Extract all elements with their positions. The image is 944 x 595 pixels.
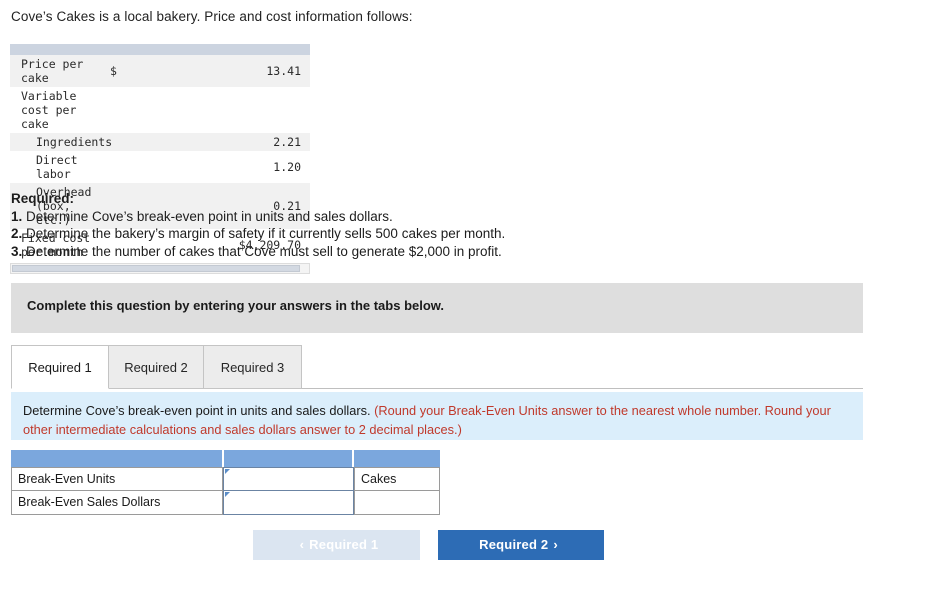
instruction-banner: Complete this question by entering your … (11, 283, 863, 333)
required-item-1-text: Determine Cove’s break-even point in uni… (26, 208, 393, 224)
row-label-break-even-sales-dollars: Break-Even Sales Dollars (11, 491, 223, 515)
required-item-3-number: 3. (11, 243, 23, 259)
previous-requirement-label: Required 1 (309, 537, 379, 552)
next-requirement-label: Required 2 (479, 537, 549, 552)
fact-row-label: Variable cost per cake (21, 89, 77, 131)
required-item-2-text: Determine the bakery’s margin of safety … (26, 226, 506, 241)
fact-row-currency (110, 87, 210, 133)
instruction-banner-text: Complete this question by entering your … (27, 298, 445, 313)
next-requirement-button[interactable]: Required 2 › (438, 530, 604, 560)
navigation-bar: ‹ Required 1 Required 2 › (0, 530, 944, 560)
table-row: Break-Even Sales Dollars (11, 491, 440, 515)
chevron-right-icon: › (553, 537, 558, 552)
required-item-1: 1. Determine Cove’s break-even point in … (11, 208, 505, 226)
chevron-left-icon: ‹ (299, 537, 305, 552)
table-row: Variable cost per cake (10, 87, 310, 133)
tab-required-1[interactable]: Required 1 (11, 345, 109, 389)
fact-row-label: Ingredients (10, 133, 112, 151)
table-top-strip-cell (10, 44, 310, 55)
tab-required-2[interactable]: Required 2 (108, 345, 204, 389)
input-break-even-sales-dollars[interactable] (223, 491, 354, 515)
fact-row-value: 1.20 (273, 160, 301, 174)
row-label-break-even-units: Break-Even Units (11, 467, 223, 491)
answer-header-cell-unit (354, 450, 440, 467)
answer-header-cell-label (11, 450, 222, 467)
row-unit-empty (354, 491, 440, 515)
required-block: Required: 1. Determine Cove’s break-even… (11, 190, 505, 260)
required-item-2-number: 2. (11, 226, 23, 241)
fact-row-currency (110, 133, 210, 151)
table-row: Ingredients 2.21 (10, 133, 310, 151)
table-row: Direct labor 1.20 (10, 151, 310, 183)
row-unit-cakes: Cakes (354, 467, 440, 491)
cell-flag-icon (225, 492, 230, 497)
question-instruction-main: Determine Cove’s break-even point in uni… (23, 403, 371, 418)
table-row: Break-Even Units Cakes (11, 467, 440, 491)
required-heading: Required: (11, 191, 75, 206)
answer-table-header-row (11, 450, 440, 467)
table-row: Price per cake $13.41 (10, 55, 310, 87)
input-break-even-units[interactable] (223, 467, 354, 491)
required-item-3: 3. Determine the number of cakes that Co… (11, 243, 505, 261)
table-top-strip (10, 44, 310, 55)
fact-row-label: Price per cake (10, 55, 110, 87)
question-instruction-text: Determine Cove’s break-even point in uni… (23, 401, 843, 439)
question-instruction-panel: Determine Cove’s break-even point in uni… (11, 392, 863, 440)
required-item-1-number: 1. (11, 208, 23, 224)
answer-table: Break-Even Units Cakes Break-Even Sales … (11, 450, 440, 515)
required-item-3-text: Determine the number of cakes that Cove … (26, 243, 502, 259)
required-item-2: 2. Determine the bakery’s margin of safe… (11, 225, 505, 243)
answer-header-cell-value (224, 450, 352, 467)
requirement-tabs: Required 1 Required 2 Required 3 (11, 345, 863, 389)
fact-row-label: Direct labor (36, 153, 78, 181)
fact-row-currency (110, 151, 210, 183)
fact-row-currency: $ (110, 55, 210, 87)
previous-requirement-button[interactable]: ‹ Required 1 (253, 530, 420, 560)
fact-row-value: 13.41 (210, 55, 310, 87)
fact-row-value (210, 87, 310, 133)
cell-flag-icon (225, 469, 230, 474)
page-intro-text: Cove’s Cakes is a local bakery. Price an… (11, 9, 413, 24)
tab-required-3[interactable]: Required 3 (203, 345, 302, 389)
scrollbar-thumb[interactable] (12, 265, 300, 272)
fact-row-value: 2.21 (210, 133, 310, 151)
table-horizontal-scrollbar[interactable] (10, 263, 310, 274)
